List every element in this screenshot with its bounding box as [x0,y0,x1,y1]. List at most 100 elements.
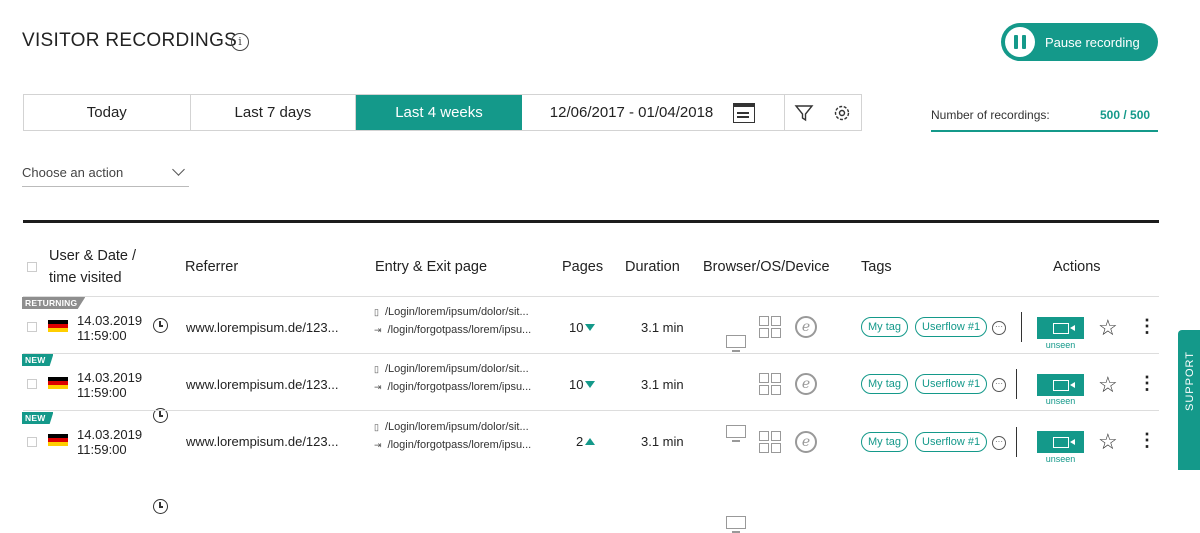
star-icon[interactable]: ☆ [1098,431,1118,453]
internet-explorer-icon: e [795,431,817,453]
exit-page-icon: ⇥ [374,381,382,392]
entry-page[interactable]: ▯ /Login/lorem/ipsum/dolor/sit... [374,363,529,375]
play-recording-button[interactable] [1037,317,1084,339]
exit-page-text: /login/forgotpass/lorem/ipsu... [387,324,532,336]
filter-tools [785,95,861,130]
entry-page-icon: ▯ [374,421,379,432]
exit-page-icon: ⇥ [374,324,382,335]
more-tags-icon[interactable]: ··· [992,436,1006,450]
referrer-link[interactable]: www.lorempisum.de/123... [186,320,338,335]
referrer-link[interactable]: www.lorempisum.de/123... [186,434,338,449]
desktop-icon [726,425,746,442]
more-options-icon[interactable]: ⋮ [1138,374,1156,392]
tag-userflow[interactable]: Userflow #1 [915,317,988,337]
more-options-icon[interactable]: ⋮ [1138,317,1156,335]
calendar-icon[interactable] [733,102,756,123]
more-tags-icon[interactable]: ··· [992,378,1006,392]
entry-page-icon: ▯ [374,306,379,317]
recordings-count-value: 500 / 500 [1100,108,1151,122]
windows-icon [759,373,781,395]
video-camera-icon [1052,322,1075,334]
referrer-link[interactable]: www.lorempisum.de/123... [186,377,338,392]
filter-last-4-weeks-button[interactable]: Last 4 weeks [356,95,522,130]
video-camera-icon [1052,379,1075,391]
actions-separator [1016,427,1017,457]
exit-page[interactable]: ⇥ /login/forgotpass/lorem/ipsu... [374,381,531,393]
header-actions: Actions [1053,259,1101,275]
video-camera-icon [1052,436,1075,448]
star-icon[interactable]: ☆ [1098,317,1118,339]
row-checkbox[interactable] [27,379,37,389]
entry-page[interactable]: ▯ /Login/lorem/ipsum/dolor/sit... [374,421,529,433]
header-pages[interactable]: Pages [562,259,603,275]
pages-value: 10 [569,320,584,335]
settings-gear-icon[interactable] [832,103,852,123]
germany-flag-icon [48,434,68,446]
tag-my-tag[interactable]: My tag [861,374,909,394]
exit-page[interactable]: ⇥ /login/forgotpass/lorem/ipsu... [374,324,531,336]
trend-down-icon [585,324,596,331]
desktop-icon [726,516,746,533]
trend-down-icon [585,381,596,388]
more-tags-icon[interactable]: ··· [992,321,1006,335]
header-browser-os-device[interactable]: Browser/OS/Device [703,259,830,275]
new-badge: NEW [22,412,54,424]
pause-recording-label: Pause recording [1045,34,1140,50]
visit-date: 14.03.2019 [77,370,143,385]
star-icon[interactable]: ☆ [1098,374,1118,396]
entry-page[interactable]: ▯ /Login/lorem/ipsum/dolor/sit... [374,306,529,318]
header-user-date-2[interactable]: time visited [49,270,122,286]
row-checkbox[interactable] [27,437,37,447]
pages-count: 2 [576,434,596,449]
tag-my-tag[interactable]: My tag [861,432,909,452]
pause-icon [1005,27,1035,57]
header-referrer[interactable]: Referrer [185,259,238,275]
exit-page-text: /login/forgotpass/lorem/ipsu... [387,381,532,393]
clock-icon[interactable] [153,499,168,514]
more-options-icon[interactable]: ⋮ [1138,431,1156,449]
date-range-picker[interactable]: 12/06/2017 - 01/04/2018 [522,95,786,130]
header-tags[interactable]: Tags [861,259,892,275]
choose-action-select[interactable]: Choose an action [22,165,188,180]
germany-flag-icon [48,320,68,332]
date-range-text: 12/06/2017 - 01/04/2018 [549,104,714,121]
filter-last-7-days-button[interactable]: Last 7 days [191,95,357,130]
tag-my-tag[interactable]: My tag [861,317,909,337]
pages-count: 10 [569,377,596,392]
header-duration[interactable]: Duration [625,259,680,275]
exit-page-text: /login/forgotpass/lorem/ipsu... [387,439,532,451]
returning-badge: RETURNING [22,297,86,309]
play-recording-button[interactable] [1037,374,1084,396]
header-user-date-1[interactable]: User & Date / [49,248,136,264]
clock-icon[interactable] [153,318,168,333]
recordings-underline [931,130,1158,132]
pages-count: 10 [569,320,596,335]
row-checkbox[interactable] [27,322,37,332]
choose-action-underline [22,186,189,187]
visit-date: 14.03.2019 [77,427,143,442]
duration-value: 3.1 min [641,434,684,449]
row-divider [23,296,1159,297]
duration-value: 3.1 min [641,320,684,335]
trend-up-icon [585,438,596,445]
entry-page-icon: ▯ [374,363,379,374]
filter-today-button[interactable]: Today [24,95,191,130]
table-top-divider [23,220,1159,223]
exit-page-icon: ⇥ [374,439,382,450]
header-entry-exit[interactable]: Entry & Exit page [375,259,487,275]
support-label[interactable]: SUPPORT [1184,351,1196,411]
tag-userflow[interactable]: Userflow #1 [915,374,988,394]
pages-value: 2 [576,434,584,449]
exit-page[interactable]: ⇥ /login/forgotpass/lorem/ipsu... [374,439,531,451]
info-icon[interactable]: i [231,33,249,51]
filter-icon[interactable] [794,103,814,123]
tag-userflow[interactable]: Userflow #1 [915,432,988,452]
page-title: VISITOR RECORDINGS [22,30,238,51]
play-recording-button[interactable] [1037,431,1084,453]
windows-icon [759,316,781,338]
duration-value: 3.1 min [641,377,684,392]
select-all-checkbox[interactable] [27,262,37,272]
entry-page-text: /Login/lorem/ipsum/dolor/sit... [384,363,529,375]
unseen-status: unseen [1045,340,1076,350]
pause-recording-button[interactable]: Pause recording [1001,23,1158,61]
